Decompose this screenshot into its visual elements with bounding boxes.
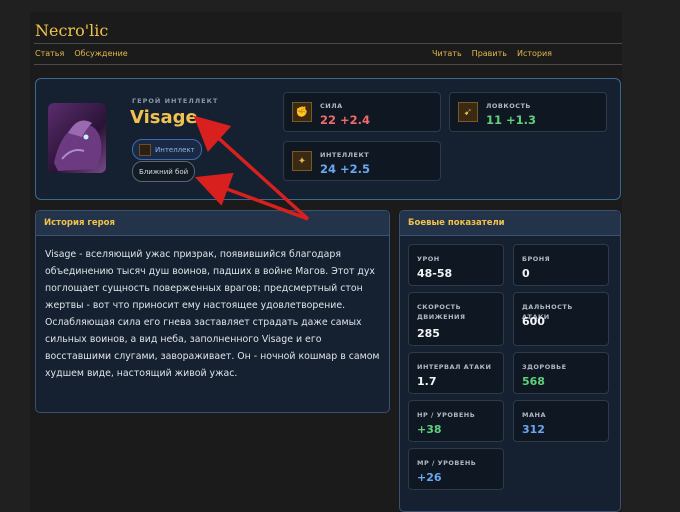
tab-edit[interactable]: Править [472,49,507,65]
hero-story-text: Visage - вселяющий ужас призрак, появивш… [45,249,380,379]
stat-value: +26 [417,471,442,484]
page-tabs: Статья Обсуждение [35,49,128,65]
stat-label: БРОНЯ [522,255,551,263]
attribute-name: ЛОВКОСТЬ [486,102,531,110]
stat-value: 0 [522,267,530,280]
stat-health: ЗДОРОВЬЕ 568 [513,352,609,394]
attribute-name: СИЛА [320,102,343,110]
stat-value: 48-58 [417,267,453,280]
stat-value: 568 [522,375,545,388]
panel-title: История героя [36,211,389,236]
attribute-value: 11 +1.3 [486,113,537,127]
stat-damage: УРОН 48-58 [408,244,504,286]
stat-label: HP / УРОВЕНЬ [417,411,476,419]
combat-stats-panel: Боевые показатели УРОН 48-58 БРОНЯ 0 СКО… [399,210,621,512]
stat-hp-per-level: HP / УРОВЕНЬ +38 [408,400,504,442]
stat-value: +38 [417,423,442,436]
stat-label: МАНА [522,411,546,419]
attribute-value: 24 +2.5 [320,162,371,176]
tab-discussion[interactable]: Обсуждение [74,49,127,65]
attribute-intelligence: ✦ ИНТЕЛЛЕКТ 24 +2.5 [283,141,441,181]
tag-intelligence[interactable]: Интеллект [132,139,202,160]
hero-attribute-label: ГЕРОЙ ИНТЕЛЛЕКТ [132,97,219,105]
stat-armor: БРОНЯ 0 [513,244,609,286]
tag-melee[interactable]: Ближний бой [132,161,196,182]
stat-label: MP / УРОВЕНЬ [417,459,477,467]
stat-label: ЗДОРОВЬЕ [522,363,567,371]
intelligence-icon: ✦ [292,151,312,171]
tab-read[interactable]: Читать [432,49,462,65]
stat-value: 600 [522,315,545,328]
attribute-value: 22 +2.4 [320,113,371,127]
stat-label: ИНТЕРВАЛ АТАКИ [417,363,492,371]
page-actions: Читать Править История [432,49,552,65]
page: Necro'lic Статья Обсуждение Читать Прави… [30,12,622,512]
strength-icon: ✊ [292,102,312,122]
hero-name: Visage [130,107,198,128]
stat-mp-per-level: MP / УРОВЕНЬ +26 [408,448,504,490]
panel-title: Боевые показатели [400,211,620,236]
hero-card: ГЕРОЙ ИНТЕЛЛЕКТ Visage Интеллект Ближний… [35,78,621,200]
tab-history[interactable]: История [517,49,552,65]
stat-value: 312 [522,423,545,436]
divider [34,64,622,65]
attribute-agility: ➹ ЛОВКОСТЬ 11 +1.3 [449,92,607,132]
stat-label: СКОРОСТЬ ДВИЖЕНИЯ [417,303,466,321]
stat-move-speed: СКОРОСТЬ ДВИЖЕНИЯ 285 [408,292,504,346]
tab-article[interactable]: Статья [35,49,65,65]
agility-icon: ➹ [458,102,478,122]
stat-attack-interval: ИНТЕРВАЛ АТАКИ 1.7 [408,352,504,394]
hero-portrait [48,103,106,173]
attribute-name: ИНТЕЛЛЕКТ [320,151,370,159]
stat-value: 285 [417,327,440,340]
intelligence-icon [139,143,151,156]
tag-label: Ближний бой [139,167,189,176]
stat-value: 1.7 [417,375,437,388]
stat-label: УРОН [417,255,440,263]
attribute-strength: ✊ СИЛА 22 +2.4 [283,92,441,132]
tag-label: Интеллект [155,145,195,154]
site-title[interactable]: Necro'lic [35,21,108,40]
divider [34,43,622,44]
stat-mana: МАНА 312 [513,400,609,442]
hero-story-panel: История героя Visage - вселяющий ужас пр… [35,210,390,413]
stat-attack-range: ДАЛЬНОСТЬ АТАКИ 600 [513,292,609,346]
